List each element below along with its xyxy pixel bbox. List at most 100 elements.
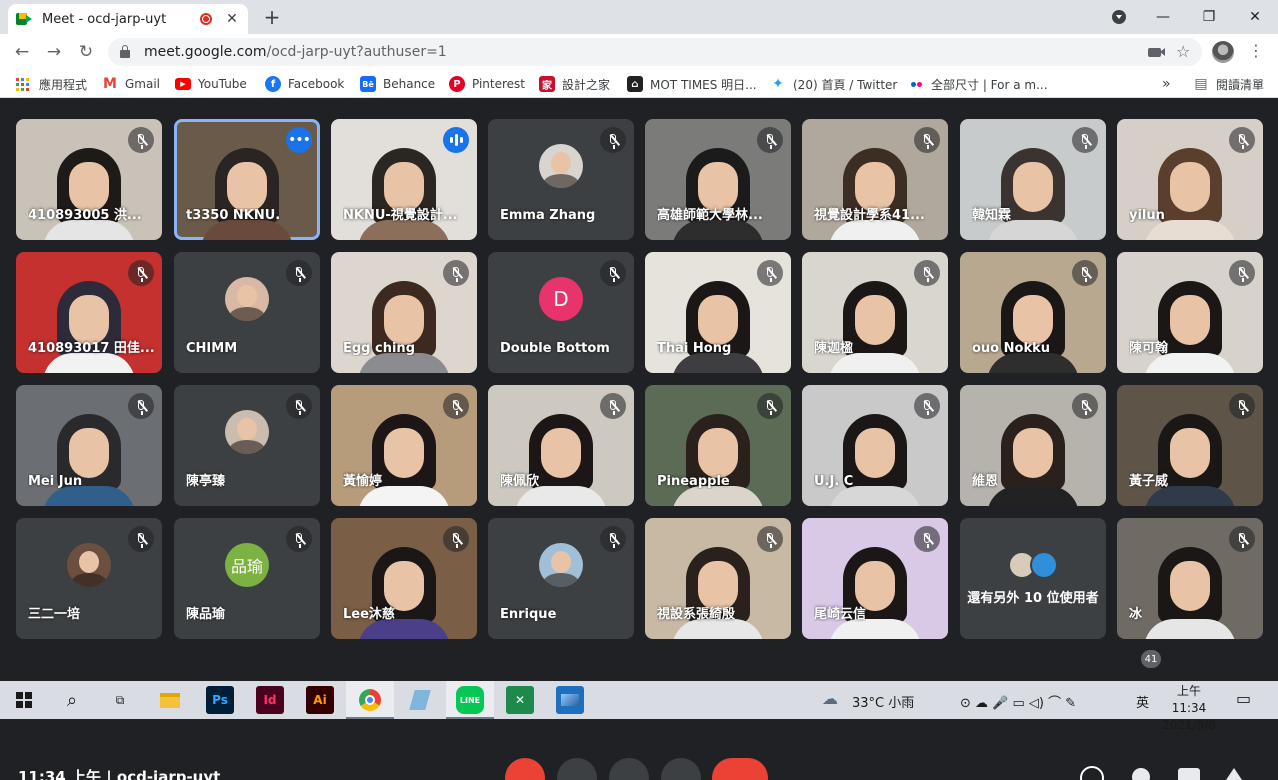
mic-muted-icon <box>443 526 469 552</box>
participant-tile[interactable]: 高雄師範大學林... <box>645 119 791 240</box>
reading-list-button[interactable]: ▤ 閱讀清單 <box>1193 70 1264 98</box>
tab-search-icon[interactable] <box>1112 10 1126 24</box>
search-icon[interactable]: ⌕ <box>58 686 86 714</box>
bookmark-flickr[interactable]: 全部尺寸 | For a m... <box>908 70 1048 98</box>
browser-toolbar: ← → ↻ meet.google.com/ocd-jarp-uyt?authu… <box>0 34 1278 70</box>
restore-button[interactable]: ❐ <box>1186 0 1232 34</box>
bookmark-youtube[interactable]: ▶ YouTube <box>175 70 247 98</box>
taskbar-clock[interactable]: 上午 11:34 2021/9/8 <box>1158 683 1220 734</box>
profile-avatar[interactable] <box>1212 41 1234 63</box>
weather-text[interactable]: 33°C 小雨 <box>852 692 914 711</box>
chat-icon[interactable] <box>1178 768 1200 780</box>
weather-cloud-icon: ☁ <box>822 689 838 708</box>
participant-tile[interactable]: 陳佩欣 <box>488 385 634 506</box>
participant-tile[interactable]: Enrique <box>488 518 634 639</box>
chrome-icon[interactable] <box>356 686 384 714</box>
bookmarks-overflow-button[interactable]: » <box>1162 70 1171 98</box>
new-tab-button[interactable]: + <box>260 5 284 29</box>
bookmark-pinterest[interactable]: P Pinterest <box>449 70 525 98</box>
participant-tile[interactable]: NKNU-視覺設計... <box>331 119 477 240</box>
back-arrow-icon[interactable]: ← <box>10 40 34 64</box>
participant-tile[interactable]: U.J. C <box>802 385 948 506</box>
participant-tile[interactable]: 410893017 田佳... <box>16 252 162 373</box>
people-icon[interactable] <box>1132 768 1150 780</box>
participant-tile[interactable]: 陳迦楹 <box>802 252 948 373</box>
tab-meet[interactable]: Meet - ocd-jarp-uyt ✕ <box>8 4 248 34</box>
minimize-button[interactable]: — <box>1140 0 1186 34</box>
mot-times-icon: ⌂ <box>627 76 643 92</box>
address-bar[interactable]: meet.google.com/ocd-jarp-uyt?authuser=1 … <box>108 38 1202 66</box>
spreadsheet-app-icon[interactable]: ✕ <box>506 686 534 714</box>
mic-toggle-button[interactable] <box>505 758 545 780</box>
illustrator-icon[interactable]: Ai <box>306 686 334 714</box>
participant-tile[interactable]: yilun <box>1117 119 1263 240</box>
camera-permission-icon[interactable] <box>1148 48 1165 57</box>
bookmark-apps[interactable]: 應用程式 <box>16 70 87 98</box>
participant-tile[interactable]: 三二一培 <box>16 518 162 639</box>
task-view-icon[interactable]: ⧉ <box>106 686 134 714</box>
browser-menu-icon[interactable]: ⋮ <box>1248 41 1264 60</box>
bookmark-design-home[interactable]: 家 設計之家 <box>539 70 610 98</box>
participant-name: 高雄師範大學林... <box>657 208 763 223</box>
participant-tile[interactable]: t3350 NKNU. ••• <box>174 119 320 240</box>
windows-start-icon[interactable] <box>10 686 38 714</box>
participant-video <box>358 539 450 639</box>
leave-call-button[interactable] <box>712 758 768 780</box>
line-icon[interactable]: LINE <box>456 686 484 714</box>
bookmark-gmail[interactable]: M Gmail <box>102 70 160 98</box>
meeting-details-icon[interactable] <box>1080 766 1104 780</box>
participant-tile[interactable]: 冰 <box>1117 518 1263 639</box>
participant-tile[interactable]: CHIMM <box>174 252 320 373</box>
participant-tile[interactable]: 尾崎云信 <box>802 518 948 639</box>
participant-name: U.J. C <box>814 474 854 489</box>
close-window-button[interactable]: ✕ <box>1232 0 1278 34</box>
photos-app-icon[interactable] <box>556 686 584 714</box>
participant-tile[interactable]: Mei Jun <box>16 385 162 506</box>
participant-tile[interactable]: 410893005 洪... <box>16 119 162 240</box>
close-tab-icon[interactable]: ✕ <box>224 11 240 27</box>
bookmark-mot-times[interactable]: ⌂ MOT TIMES 明日... <box>627 70 757 98</box>
notes-app-icon[interactable] <box>406 686 434 714</box>
participant-tile[interactable]: 維恩 <box>960 385 1106 506</box>
tray-icons[interactable]: ⊙ ☁ 🎤 ▭ ◁) ⌒ ✎ <box>960 692 1076 711</box>
participant-tile[interactable]: Emma Zhang <box>488 119 634 240</box>
participant-name: Emma Zhang <box>500 208 596 223</box>
forward-arrow-icon[interactable]: → <box>42 40 66 64</box>
participant-name: yilun <box>1129 208 1165 223</box>
present-button[interactable] <box>609 758 649 780</box>
activities-icon[interactable] <box>1226 768 1242 780</box>
participant-tile[interactable]: 還有另外 10 位使用者 <box>960 518 1106 639</box>
bookmark-twitter[interactable]: ✦ (20) 首頁 / Twitter <box>770 70 897 98</box>
participant-tile[interactable]: 黃愉婷 <box>331 385 477 506</box>
participant-tile[interactable]: 陳可翰 <box>1117 252 1263 373</box>
reload-icon[interactable]: ↻ <box>74 40 98 64</box>
participant-tile[interactable]: 黃子威 <box>1117 385 1263 506</box>
participant-tile[interactable]: Lee沐慈 <box>331 518 477 639</box>
participant-tile[interactable]: 視覺設計學系41... <box>802 119 948 240</box>
mic-muted-icon <box>128 260 154 286</box>
mic-muted-icon <box>757 127 783 153</box>
participant-tile[interactable]: Pineapple <box>645 385 791 506</box>
participant-tile[interactable]: 品瑜 陳品瑜 <box>174 518 320 639</box>
more-options-button[interactable] <box>661 758 701 780</box>
camera-toggle-button[interactable] <box>557 758 597 780</box>
participant-tile[interactable]: D Double Bottom <box>488 252 634 373</box>
star-bookmark-icon[interactable]: ☆ <box>1176 42 1190 61</box>
photoshop-icon[interactable]: Ps <box>206 686 234 714</box>
participant-tile[interactable]: 視設系張綺殷 <box>645 518 791 639</box>
participant-tile[interactable]: Thai Hong <box>645 252 791 373</box>
bookmark-behance[interactable]: Bē Behance <box>360 70 435 98</box>
participant-tile[interactable]: ouo Nokku <box>960 252 1106 373</box>
notifications-icon[interactable]: ▭ <box>1236 689 1251 708</box>
more-options-icon[interactable]: ••• <box>286 127 312 153</box>
participant-name: 尾崎云信 <box>814 607 867 622</box>
bookmark-facebook[interactable]: f Facebook <box>265 70 344 98</box>
input-method-indicator[interactable]: 英 <box>1136 692 1149 711</box>
mic-muted-icon <box>600 127 626 153</box>
participant-tile[interactable]: 韓知霖 <box>960 119 1106 240</box>
indesign-icon[interactable]: Id <box>256 686 284 714</box>
participant-tile[interactable]: Egg ching <box>331 252 477 373</box>
file-explorer-icon[interactable] <box>156 686 184 714</box>
participant-video <box>672 140 764 240</box>
participant-tile[interactable]: 陳亭臻 <box>174 385 320 506</box>
